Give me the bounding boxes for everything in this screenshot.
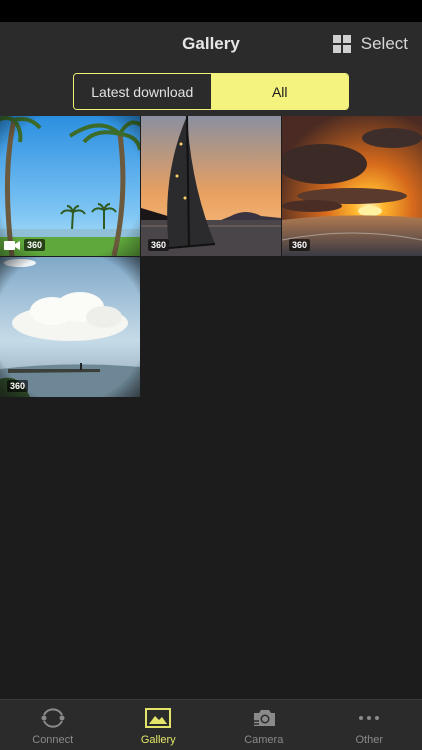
camera-icon	[250, 706, 278, 730]
tab-other[interactable]: Other	[317, 700, 422, 750]
grid-icon	[332, 35, 351, 53]
sailboat-image	[141, 116, 281, 256]
segment-all[interactable]: All	[211, 74, 348, 109]
tab-label: Camera	[244, 734, 284, 746]
more-icon	[355, 706, 383, 730]
select-label: Select	[360, 34, 408, 53]
badge-360: 360	[148, 239, 170, 251]
thumbnail-sunset[interactable]: 360	[282, 116, 422, 256]
tab-label: Gallery	[140, 734, 176, 746]
tab-camera[interactable]: Camera	[211, 700, 317, 750]
navigation-bar: Gallery Select	[0, 22, 422, 66]
tab-label: Connect	[32, 734, 74, 746]
sunset-image	[282, 116, 422, 256]
filter-bar: Latest download All	[0, 66, 422, 116]
tab-connect[interactable]: Connect	[0, 700, 106, 750]
segment-latest-download[interactable]: Latest download	[74, 74, 212, 109]
select-button[interactable]: Select	[332, 22, 408, 66]
gallery-icon	[144, 706, 172, 730]
tab-label: Other	[355, 734, 383, 746]
thumbnail-clouds-harbor[interactable]: 360	[0, 257, 140, 397]
photo-grid: 360 360 360 360	[0, 116, 422, 397]
video-icon	[4, 241, 20, 250]
badge-360: 360	[7, 380, 29, 392]
badge-360: 360	[24, 239, 46, 251]
tab-bar: Connect Gallery Camera Other	[0, 699, 422, 750]
thumbnail-palm-trees[interactable]: 360	[0, 116, 140, 256]
tab-gallery[interactable]: Gallery	[106, 700, 212, 750]
palm-trees-image	[0, 116, 140, 256]
badge-360: 360	[289, 239, 311, 251]
thumbnail-sailboat[interactable]: 360	[141, 116, 281, 256]
clouds-harbor-image	[0, 257, 140, 397]
status-bar	[0, 0, 422, 22]
segmented-control: Latest download All	[73, 73, 349, 110]
connect-icon	[39, 706, 67, 730]
page-title: Gallery	[182, 34, 240, 53]
